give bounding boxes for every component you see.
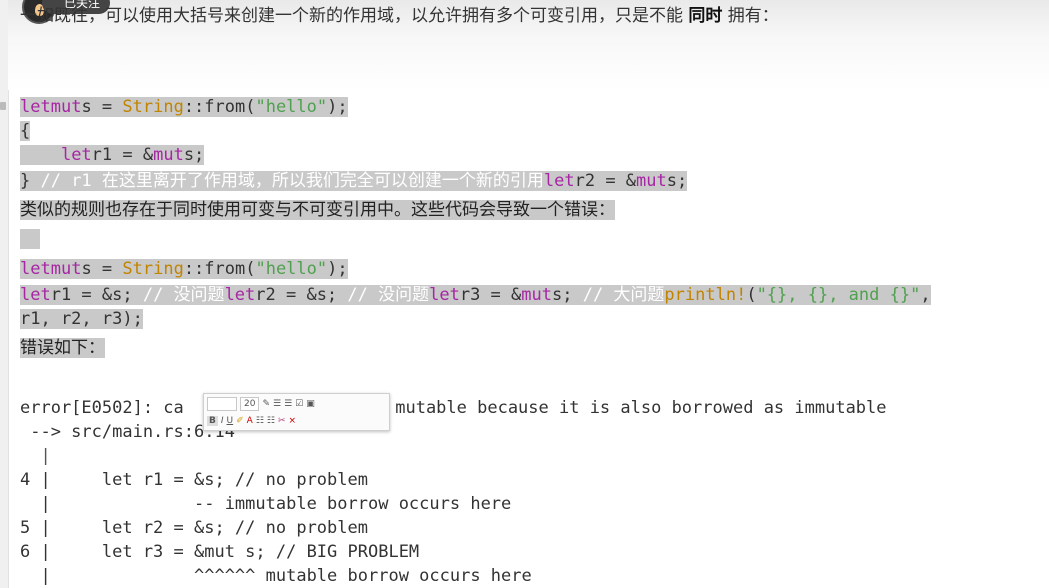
intro-paragraph: 一如既往，可以使用大括号来创建一个新的作用域，以允许拥有多个可变引用，只是不能 … [20, 3, 779, 29]
code-line: letr1 = &s; // 没问题letr2 = &s; // 没问题letr… [20, 285, 931, 305]
prose-paragraph: 类似的规则也存在于同时使用可变与不可变引用中。这些代码会导致一个错误： [20, 200, 615, 220]
indent-icon[interactable]: ☰ [284, 399, 292, 409]
error-annotation: | ^^^^^^ mutable borrow occurs here [20, 566, 532, 586]
code-line: letmuts = String::from("hello"); [20, 259, 348, 279]
bullet-list-icon[interactable]: ☷ [256, 416, 264, 426]
code-line: letr1 = &muts; [20, 144, 205, 166]
code-line: r1, r2, r3); [20, 309, 143, 329]
close-icon[interactable]: × [289, 416, 297, 426]
number-list-icon[interactable]: ☷ [267, 416, 275, 426]
clear-format-icon[interactable]: ✂ [278, 416, 286, 426]
code-line: } // r1 在这里离开了作用域，所以我们完全可以创建一个新的引用letr2 … [20, 171, 688, 191]
error-line: error[E0502]: ca s mutable because it is … [20, 398, 887, 418]
prose-paragraph: 错误如下： [20, 338, 105, 358]
font-size-select[interactable]: 20 [240, 397, 260, 411]
intro-bold: 同时 [688, 6, 723, 26]
error-gutter: | [20, 446, 51, 466]
style-icon[interactable]: ✎ [262, 399, 270, 409]
code-line: letmuts = String::from("hello"); [20, 97, 348, 117]
underline-button[interactable]: U [227, 416, 234, 426]
bold-button[interactable]: B [207, 416, 218, 426]
italic-button[interactable]: I [221, 416, 224, 426]
highlight-icon[interactable]: ✐ [236, 416, 244, 426]
font-family-select[interactable] [207, 397, 237, 411]
blank-highlight [20, 228, 41, 250]
line-marker-icon [0, 102, 6, 110]
code-line: { [20, 121, 31, 141]
error-line: 4 | let r1 = &s; // no problem [20, 470, 368, 490]
format-toolbar: 20 ✎ ☰ ☰ ☑ ▣ B I U ✐ A ☷ ☷ ✂ × [203, 393, 390, 431]
error-line: 6 | let r3 = &mut s; // BIG PROBLEM [20, 542, 420, 562]
intro-text-before: 一如既往，可以使用大括号来创建一个新的作用域，以允许拥有多个可变引用，只是不能 [20, 6, 689, 26]
font-color-icon[interactable]: A [247, 416, 253, 426]
image-icon[interactable]: ▣ [306, 399, 315, 409]
error-annotation: | -- immutable borrow occurs here [20, 494, 512, 514]
checkbox-icon[interactable]: ☑ [295, 399, 303, 409]
intro-text-after: 拥有： [722, 6, 779, 26]
outdent-icon[interactable]: ☰ [273, 399, 281, 409]
error-line: 5 | let r2 = &s; // no problem [20, 518, 368, 538]
